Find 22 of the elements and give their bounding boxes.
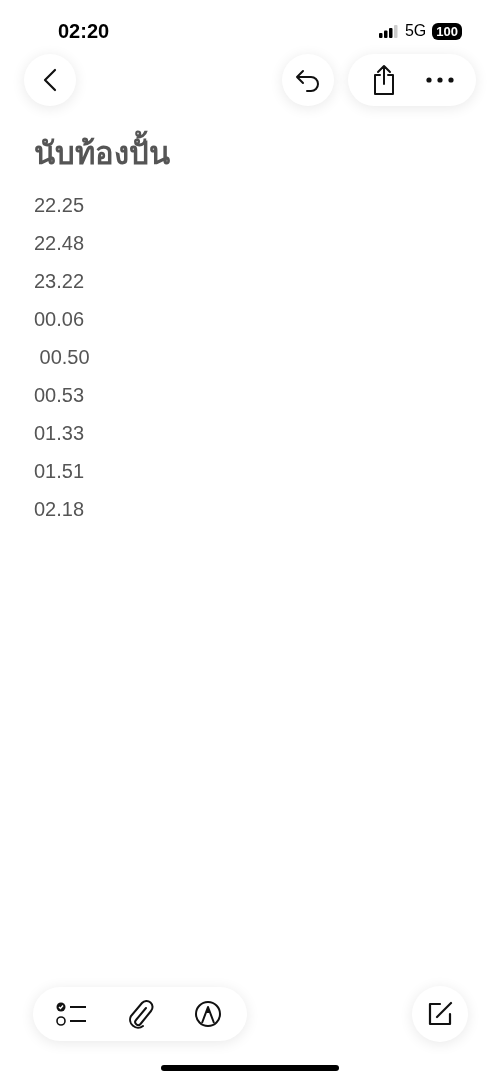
- share-icon: [371, 64, 397, 96]
- note-line: 02.18: [34, 497, 86, 522]
- note-line: 00.53: [34, 383, 86, 408]
- status-time: 02:20: [58, 19, 110, 43]
- note-line: 23.22: [34, 269, 86, 294]
- note-line: 01.33: [34, 421, 86, 446]
- note-line: 00.50: [38, 345, 91, 370]
- note-line: 00.06: [34, 307, 86, 332]
- undo-button[interactable]: [282, 54, 334, 106]
- back-icon: [43, 68, 57, 92]
- pen-tip-icon: [194, 1000, 222, 1028]
- signal-icon: [378, 24, 399, 38]
- paperclip-icon: [126, 999, 154, 1029]
- note-line: 22.48: [34, 231, 86, 256]
- network-label: 5G: [404, 22, 427, 40]
- more-icon: [426, 77, 454, 83]
- back-button[interactable]: [24, 54, 76, 106]
- note-line: 01.51: [34, 459, 86, 484]
- checklist-icon: [56, 1001, 88, 1027]
- note-line: 22.25: [34, 193, 86, 218]
- undo-icon: [294, 68, 322, 92]
- battery-level: 100: [432, 22, 462, 40]
